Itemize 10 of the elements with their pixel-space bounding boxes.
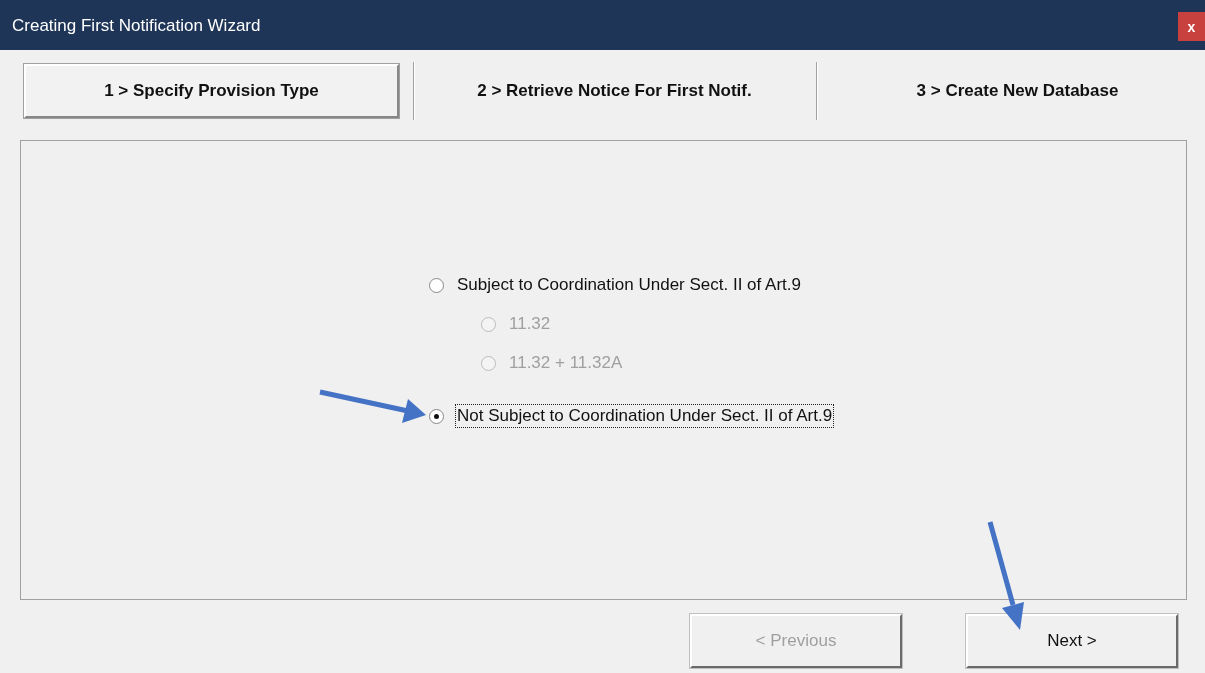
option-label[interactable]: Subject to Coordination Under Sect. II of Art.9 <box>455 273 803 297</box>
step-tab[interactable]: 1 > Specify Provision Type <box>24 64 399 118</box>
close-button[interactable]: x <box>1178 12 1205 41</box>
radio-button[interactable] <box>429 408 444 424</box>
wizard-button[interactable]: Next > <box>966 614 1178 668</box>
option-label[interactable]: Not Subject to Coordination Under Sect. II of Art.9 <box>455 404 835 428</box>
step-tab[interactable]: 2 > Retrieve Notice For First Notif. <box>427 64 802 118</box>
window-title: Creating First Notification Wizard <box>12 16 261 36</box>
radio-button[interactable] <box>429 277 444 293</box>
step-tab[interactable]: 3 > Create New Database <box>829 64 1205 118</box>
